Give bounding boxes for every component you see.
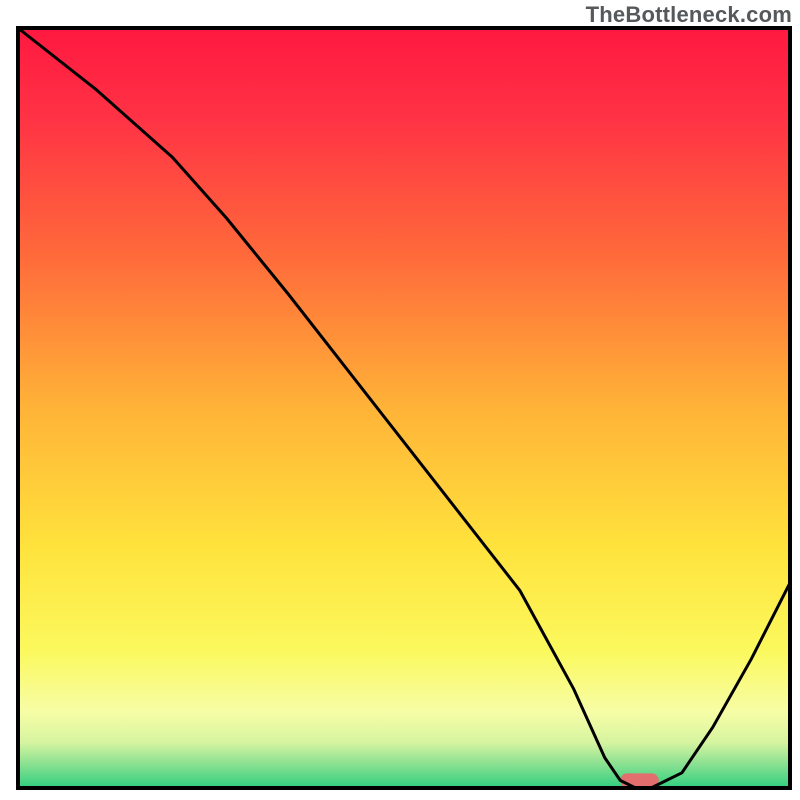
chart-stage: TheBottleneck.com xyxy=(0,0,800,800)
gradient-background xyxy=(18,28,790,788)
bottleneck-chart xyxy=(0,0,800,800)
optimal-range-marker xyxy=(620,773,659,787)
plot-area xyxy=(18,28,790,788)
